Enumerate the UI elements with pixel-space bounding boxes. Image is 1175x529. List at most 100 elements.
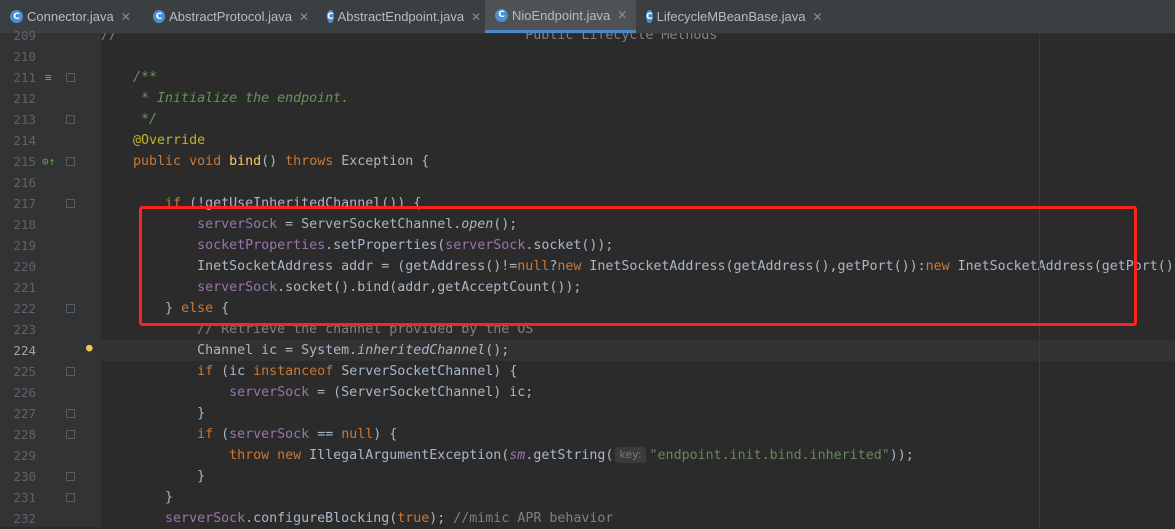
code-line[interactable]: serverSock.socket().bind(addr,getAcceptC…: [101, 277, 1175, 298]
code-token: @Override: [133, 133, 206, 148]
java-class-icon: C: [495, 8, 508, 22]
line-number: 220: [13, 259, 36, 274]
tab-lifecyclembeanbase[interactable]: C LifecycleMBeanBase.java ✕: [636, 0, 823, 33]
code-token: .socket().bind(addr,getAcceptCount());: [277, 280, 582, 295]
code-token: }: [101, 406, 206, 421]
fold-marker-icon[interactable]: [66, 472, 75, 481]
code-token: InetSocketAddress(getAddress(),getPort()…: [589, 259, 926, 274]
line-number: 218: [13, 217, 36, 232]
line-number: 213: [13, 112, 36, 127]
code-line[interactable]: serverSock.configureBlocking(true); //mi…: [101, 508, 1175, 527]
tab-label: LifecycleMBeanBase.java: [656, 9, 806, 24]
line-number: 229: [13, 448, 36, 463]
code-token: = (ServerSocketChannel) ic;: [309, 385, 534, 400]
close-tab-icon[interactable]: ✕: [812, 10, 822, 24]
code-token: //: [101, 33, 118, 43]
code-line[interactable]: */: [101, 109, 1175, 130]
line-number: 221: [13, 280, 36, 295]
code-token: /**: [133, 70, 158, 85]
intention-bulb-icon[interactable]: ●: [86, 342, 93, 353]
code-line[interactable]: [101, 172, 1175, 193]
tab-label: AbstractEndpoint.java: [337, 9, 465, 24]
close-tab-icon[interactable]: ✕: [121, 10, 131, 24]
code-token: new: [925, 259, 958, 274]
line-number: 226: [13, 385, 36, 400]
override-method-icon[interactable]: ⊙↑: [42, 156, 55, 167]
fold-marker-icon[interactable]: [66, 304, 75, 313]
fold-marker-icon[interactable]: [66, 157, 75, 166]
close-tab-icon[interactable]: ✕: [299, 10, 309, 24]
code-token: // Retrieve the channel provided by the …: [197, 322, 534, 337]
code-token: if: [197, 427, 222, 442]
tab-abstractendpoint[interactable]: C AbstractEndpoint.java ✕: [317, 0, 485, 33]
fold-marker-icon[interactable]: [66, 409, 75, 418]
code-token: serverSock: [197, 280, 278, 295]
line-number: 209: [13, 28, 36, 43]
code-token: InetSocketAddress addr = (getAddress()!=: [101, 259, 518, 274]
code-token: ));: [889, 448, 914, 463]
code-line[interactable]: @Override: [101, 130, 1175, 151]
line-number: 217: [13, 196, 36, 211]
code-line[interactable]: // Public Lifecycle Methods: [101, 33, 1175, 46]
code-line[interactable]: serverSock = ServerSocketChannel.open();: [101, 214, 1175, 235]
code-line[interactable]: }: [101, 403, 1175, 424]
code-token: InetSocketAddress(getPort()));: [957, 259, 1175, 274]
code-token: }: [101, 469, 206, 484]
fold-marker-icon[interactable]: [66, 73, 75, 82]
tab-label: Connector.java: [27, 9, 114, 24]
code-token: bind: [229, 154, 262, 169]
code-line[interactable]: } else {: [101, 298, 1175, 319]
line-number: 215: [13, 154, 36, 169]
code-token: serverSock: [229, 385, 310, 400]
code-token: null: [341, 427, 374, 442]
code-line[interactable]: throw new IllegalArgumentException(sm.ge…: [101, 445, 1175, 466]
line-number: 230: [13, 469, 36, 484]
code-line[interactable]: }: [101, 466, 1175, 487]
code-token: "endpoint.init.bind.inherited": [649, 448, 890, 463]
tab-abstractprotocol[interactable]: C AbstractProtocol.java ✕: [143, 0, 317, 33]
code-line[interactable]: * Initialize the endpoint.: [101, 88, 1175, 109]
tab-nioendpoint[interactable]: C NioEndpoint.java ✕: [485, 0, 636, 33]
code-line[interactable]: public void bind() throws Exception {: [101, 151, 1175, 172]
code-line[interactable]: [101, 46, 1175, 67]
code-editor[interactable]: // Public Lifecycle Methods /** * Initia…: [101, 33, 1175, 527]
code-token: if: [165, 196, 190, 211]
close-tab-icon[interactable]: ✕: [617, 8, 627, 22]
code-line[interactable]: Channel ic = System.inheritedChannel();: [101, 340, 1175, 361]
fold-marker-icon[interactable]: [66, 115, 75, 124]
fold-marker-icon[interactable]: [66, 199, 75, 208]
line-number: 225: [13, 364, 36, 379]
code-token: .configureBlocking(: [245, 511, 398, 526]
code-line[interactable]: /**: [101, 67, 1175, 88]
java-class-icon: C: [153, 10, 166, 23]
right-margin-guide: [1039, 33, 1040, 527]
code-line[interactable]: if (!getUseInheritedChannel()) {: [101, 193, 1175, 214]
code-line[interactable]: // Retrieve the channel provided by the …: [101, 319, 1175, 340]
code-token: else: [181, 301, 222, 316]
fold-marker-icon[interactable]: [66, 430, 75, 439]
code-token: ==: [309, 427, 342, 442]
code-token: }: [101, 301, 182, 316]
code-line[interactable]: serverSock = (ServerSocketChannel) ic;: [101, 382, 1175, 403]
code-line[interactable]: if (ic instanceof ServerSocketChannel) {: [101, 361, 1175, 382]
code-line[interactable]: InetSocketAddress addr = (getAddress()!=…: [101, 256, 1175, 277]
line-number: 223: [13, 322, 36, 337]
code-line[interactable]: if (serverSock == null) {: [101, 424, 1175, 445]
implemented-members-icon[interactable]: ≡: [45, 72, 52, 83]
close-tab-icon[interactable]: ✕: [471, 10, 481, 24]
code-token: serverSock: [445, 238, 526, 253]
code-line[interactable]: socketProperties.setProperties(serverSoc…: [101, 235, 1175, 256]
code-token: //mimic APR behavior: [453, 511, 614, 526]
fold-marker-icon[interactable]: [66, 493, 75, 502]
code-token: (): [261, 154, 286, 169]
code-line[interactable]: }: [101, 487, 1175, 508]
code-token: public void: [133, 154, 230, 169]
fold-marker-icon[interactable]: [66, 367, 75, 376]
